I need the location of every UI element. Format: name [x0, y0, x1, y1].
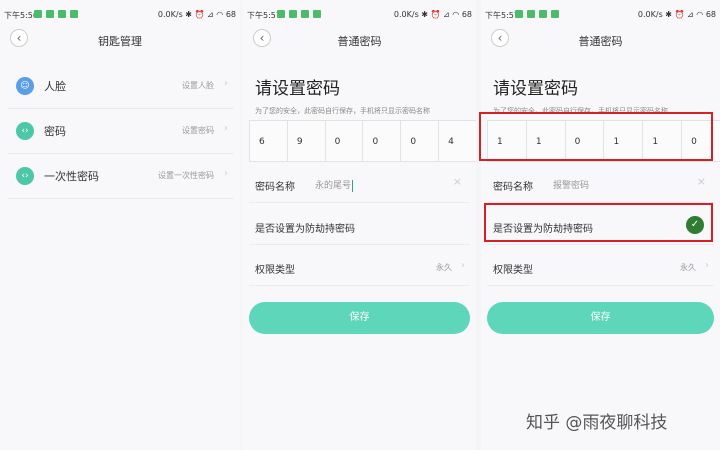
highlight-box-duress	[484, 203, 713, 242]
password-setup-screen: 下午5:57 0.0K/s ✱ ⏰ ⊿ ◠ 68 ‹ 普通密码 请设置密码 为了…	[243, 0, 476, 450]
digit-value: 0	[372, 137, 379, 147]
status-bar: 下午5:57 0.0K/s ✱ ⏰ ⊿ ◠ 68	[243, 8, 476, 22]
duress-password-row[interactable]: 是否设置为防劫持密码	[249, 208, 470, 245]
password-name-value[interactable]: 报警密码	[553, 178, 589, 191]
permission-type-value: 永久	[680, 263, 696, 272]
password-name-row[interactable]: 密码名称 报警密码 ×	[487, 166, 714, 203]
status-time: 下午5:56	[4, 11, 38, 20]
status-time: 下午5:57	[247, 11, 281, 20]
setup-heading: 请设置密码	[493, 79, 578, 99]
digit-box[interactable]: 4	[438, 120, 476, 162]
menu-item-password[interactable]: ‹› 密码 设置密码 ›	[8, 109, 234, 154]
digit-value: 0	[410, 137, 417, 147]
status-time: 下午5:57	[485, 11, 519, 20]
watermark: 知乎 @雨夜聊科技	[526, 413, 668, 433]
digit-value: 6	[259, 137, 265, 147]
password-icon: ‹›	[16, 122, 34, 140]
menu-item-value: 设置密码	[182, 126, 214, 135]
chevron-right-icon: ›	[224, 78, 228, 89]
status-indicators: 0.0K/s ✱ ⏰ ⊿ ◠ 68	[637, 10, 716, 19]
digit-box[interactable]: 9	[286, 120, 325, 162]
page-title: 普通密码	[578, 35, 623, 48]
digit-box[interactable]: 0	[362, 120, 401, 162]
notification-icons	[515, 10, 559, 18]
onetime-password-icon: ‹›	[16, 167, 34, 185]
digit-value: 0	[334, 137, 341, 147]
chevron-right-icon: ›	[705, 260, 709, 271]
password-name-field[interactable]: 永的尾号	[315, 178, 354, 192]
permission-type-label: 权限类型	[493, 265, 533, 276]
security-note: 为了您的安全，此密码自行保存，手机将只显示密码名称	[255, 107, 430, 115]
text-cursor	[352, 179, 354, 192]
notification-icons	[277, 10, 321, 18]
save-button[interactable]: 保存	[487, 302, 714, 334]
clear-icon[interactable]: ×	[453, 175, 462, 188]
digit-value: 9	[296, 137, 303, 147]
permission-type-value: 永久	[436, 263, 452, 272]
password-name-label: 密码名称	[255, 182, 295, 193]
password-name-value: 永的尾号	[315, 181, 352, 191]
permission-type-row[interactable]: 权限类型 永久 ›	[487, 249, 714, 286]
status-indicators: 0.0K/s ✱ ⏰ ⊿ ◠ 68	[393, 10, 472, 19]
menu-item-label: 人脸	[44, 80, 66, 93]
page-title: 钥匙管理	[98, 35, 142, 48]
menu-item-onetime-password[interactable]: ‹› 一次性密码 设置一次性密码 ›	[8, 154, 234, 199]
password-name-row[interactable]: 密码名称 永的尾号 ×	[249, 166, 470, 203]
key-menu: ☺ 人脸 设置人脸 › ‹› 密码 设置密码 › ‹› 一次性密码 设置一次性密…	[8, 64, 234, 199]
menu-item-value: 设置一次性密码	[158, 171, 214, 180]
menu-item-label: 一次性密码	[44, 170, 99, 183]
chevron-right-icon: ›	[224, 168, 228, 179]
highlight-box-digits	[479, 112, 713, 161]
status-bar: 下午5:56 0.0K/s ✱ ⏰ ⊿ ◠ 68	[0, 8, 240, 22]
key-management-screen: 下午5:56 0.0K/s ✱ ⏰ ⊿ ◠ 68 ‹ 钥匙管理 ☺ 人脸 设置人…	[0, 0, 240, 450]
setup-heading: 请设置密码	[255, 79, 340, 99]
menu-item-label: 密码	[44, 125, 66, 138]
clear-icon[interactable]: ×	[697, 175, 706, 188]
permission-type-row[interactable]: 权限类型 永久 ›	[249, 249, 470, 286]
notification-icons	[34, 10, 78, 18]
save-button[interactable]: 保存	[249, 302, 470, 334]
chevron-right-icon: ›	[461, 260, 465, 271]
face-icon: ☺	[16, 77, 34, 95]
digit-box[interactable]: 6	[249, 120, 287, 162]
menu-item-value: 设置人脸	[182, 81, 214, 90]
password-digit-input[interactable]: 6 9 0 0 0 4	[249, 120, 476, 162]
duress-password-label: 是否设置为防劫持密码	[255, 224, 355, 235]
digit-value: 4	[448, 137, 454, 147]
page-title: 普通密码	[337, 35, 382, 48]
permission-type-label: 权限类型	[255, 265, 295, 276]
chevron-right-icon: ›	[224, 123, 228, 134]
digit-box[interactable]: 0	[400, 120, 439, 162]
status-indicators: 0.0K/s ✱ ⏰ ⊿ ◠ 68	[157, 10, 236, 19]
menu-item-face[interactable]: ☺ 人脸 设置人脸 ›	[8, 64, 234, 109]
digit-box[interactable]: 0	[324, 120, 363, 162]
password-name-label: 密码名称	[493, 182, 533, 193]
status-bar: 下午5:57 0.0K/s ✱ ⏰ ⊿ ◠ 68	[481, 8, 720, 22]
